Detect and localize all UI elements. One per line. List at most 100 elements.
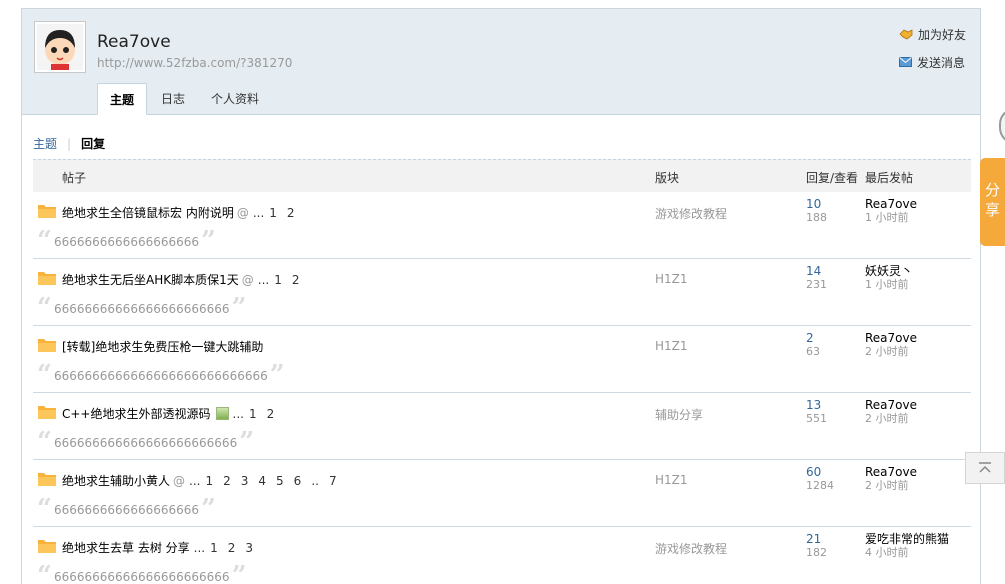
folder-icon[interactable] (38, 471, 56, 486)
post-forum[interactable]: H1Z1 (655, 272, 688, 286)
table-header: 帖子 版块 回复/查看 最后发帖 (33, 159, 971, 192)
back-to-top-icon (979, 462, 991, 473)
page-link[interactable]: 5 (276, 474, 284, 488)
tab-topics[interactable]: 主题 (97, 83, 148, 115)
open-quote-icon: “ (37, 494, 52, 524)
post-title-link[interactable]: [转载]绝地求生免费压枪一键大跳辅助 (62, 338, 263, 355)
page-link[interactable]: 3 (245, 541, 253, 555)
open-quote-icon: “ (37, 360, 52, 390)
profile-actions: 加为好友 发送消息 (898, 26, 966, 82)
reply-excerpt[interactable]: 6666666666666666666666666666 (54, 369, 268, 383)
reply-quote: “66666666666666666666666” (37, 563, 247, 584)
last-poster[interactable]: Rea7ove (865, 332, 917, 345)
reply-count[interactable]: 60 (806, 466, 834, 479)
page-link[interactable]: 1 (205, 474, 213, 488)
page-links: ... 1 2 (232, 406, 275, 421)
post-stats: 13 551 (806, 399, 827, 426)
post-stats: 2 63 (806, 332, 820, 359)
reply-count[interactable]: 13 (806, 399, 827, 412)
last-post: Rea7ove 2 小时前 (865, 466, 917, 493)
profile-url[interactable]: http://www.52fzba.com/?381270 (97, 56, 292, 70)
reply-excerpt[interactable]: 666666666666666666666666 (54, 436, 237, 450)
last-poster[interactable]: 爱吃非常的熊猫 (865, 533, 949, 546)
send-message-label: 发送消息 (916, 55, 965, 70)
last-poster[interactable]: Rea7ove (865, 198, 917, 211)
post-stats: 14 231 (806, 265, 827, 292)
page-link[interactable]: 2 (287, 206, 295, 220)
post-table: 帖子 版块 回复/查看 最后发帖 绝地求生全倍镜鼠标宏 内附说明 @... 1 2 游戏… (33, 159, 971, 584)
page-link[interactable]: 3 (241, 474, 249, 488)
reply-excerpt[interactable]: 6666666666666666666 (54, 235, 199, 249)
last-post: 爱吃非常的熊猫 4 小时前 (865, 533, 949, 560)
page-link[interactable]: 4 (258, 474, 266, 488)
close-quote-icon: ” (201, 226, 216, 256)
column-header-replies-views: 回复/查看 (806, 171, 859, 185)
view-count: 63 (806, 345, 820, 358)
last-poster[interactable]: Rea7ove (865, 466, 917, 479)
page-link[interactable]: 7 (329, 474, 337, 488)
page-link[interactable]: 1 (274, 273, 282, 287)
reply-excerpt[interactable]: 66666666666666666666666 (54, 570, 230, 584)
reply-excerpt[interactable]: 6666666666666666666 (54, 503, 199, 517)
page-link[interactable]: 6 (294, 474, 302, 488)
last-post: Rea7ove 1 小时前 (865, 198, 917, 225)
post-title: 绝地求生全倍镜鼠标宏 内附说明 @... 1 2 (62, 204, 300, 221)
tab-profile-info[interactable]: 个人资料 (199, 83, 271, 115)
subnav-replies-link[interactable]: 回复 (81, 135, 105, 152)
reply-excerpt[interactable]: 66666666666666666666666 (54, 302, 230, 316)
avatar-face-icon (37, 24, 83, 70)
page-link[interactable]: 2 (223, 474, 231, 488)
folder-icon[interactable] (38, 404, 56, 419)
reply-quote: “66666666666666666666666” (37, 295, 247, 321)
post-title-link[interactable]: 绝地求生全倍镜鼠标宏 内附说明 (62, 204, 234, 221)
add-friend-label: 加为好友 (917, 27, 966, 42)
side-circle-widget[interactable] (999, 108, 1005, 144)
page-link[interactable]: .. (311, 474, 319, 488)
page-link[interactable]: 1 (210, 541, 218, 555)
post-title-link[interactable]: 绝地求生去草 去树 分享 (62, 539, 190, 556)
post-title: C++绝地求生外部透视源码 ... 1 2 (62, 405, 279, 422)
post-forum[interactable]: 辅助分享 (655, 406, 703, 423)
page-link[interactable]: 2 (292, 273, 300, 287)
post-title-link[interactable]: C++绝地求生外部透视源码 (62, 405, 211, 422)
view-count: 551 (806, 412, 827, 425)
send-message-button[interactable]: 发送消息 (898, 54, 966, 70)
page-link[interactable]: 2 (228, 541, 236, 555)
reply-count[interactable]: 10 (806, 198, 827, 211)
post-forum[interactable]: H1Z1 (655, 473, 688, 487)
subnav-topics-link[interactable]: 主题 (33, 135, 57, 152)
reply-count[interactable]: 2 (806, 332, 820, 345)
reply-quote: “6666666666666666666666666666” (37, 360, 285, 390)
folder-icon[interactable] (38, 337, 56, 352)
last-post-time: 1 小时前 (865, 211, 909, 224)
post-title: [转载]绝地求生免费压枪一键大跳辅助 (62, 338, 263, 355)
page-link[interactable]: 1 (269, 206, 277, 220)
share-button[interactable]: 分享 (980, 158, 1005, 246)
open-quote-icon: “ (37, 427, 52, 457)
avatar[interactable] (34, 21, 86, 73)
last-post-time: 4 小时前 (865, 546, 909, 559)
table-row: 绝地求生无后坐AHK脚本质保1天 @... 1 2 H1Z1 14 231 妖妖灵丶 1 小时前… (33, 259, 971, 326)
post-title-link[interactable]: 绝地求生辅助小黄人 (62, 472, 170, 489)
last-poster[interactable]: 妖妖灵丶 (865, 265, 913, 278)
post-title: 绝地求生去草 去树 分享... 1 2 3 (62, 539, 258, 556)
post-forum[interactable]: 游戏修改教程 (655, 205, 727, 222)
add-friend-button[interactable]: 加为好友 (899, 26, 966, 42)
page-link[interactable]: 1 (249, 407, 257, 421)
post-title-link[interactable]: 绝地求生无后坐AHK脚本质保1天 (62, 271, 239, 288)
view-count: 1284 (806, 479, 834, 492)
back-to-top-button[interactable] (965, 452, 1005, 484)
tab-blog[interactable]: 日志 (149, 83, 197, 115)
post-stats: 60 1284 (806, 466, 834, 493)
last-poster[interactable]: Rea7ove (865, 399, 917, 412)
table-row: 绝地求生全倍镜鼠标宏 内附说明 @... 1 2 游戏修改教程 10 188 Rea7ove 1… (33, 192, 971, 259)
reply-count[interactable]: 21 (806, 533, 827, 546)
open-quote-icon: “ (37, 226, 52, 256)
post-forum[interactable]: H1Z1 (655, 339, 688, 353)
folder-icon[interactable] (38, 538, 56, 553)
post-forum[interactable]: 游戏修改教程 (655, 540, 727, 557)
reply-count[interactable]: 14 (806, 265, 827, 278)
folder-icon[interactable] (38, 203, 56, 218)
folder-icon[interactable] (38, 270, 56, 285)
page-link[interactable]: 2 (267, 407, 275, 421)
